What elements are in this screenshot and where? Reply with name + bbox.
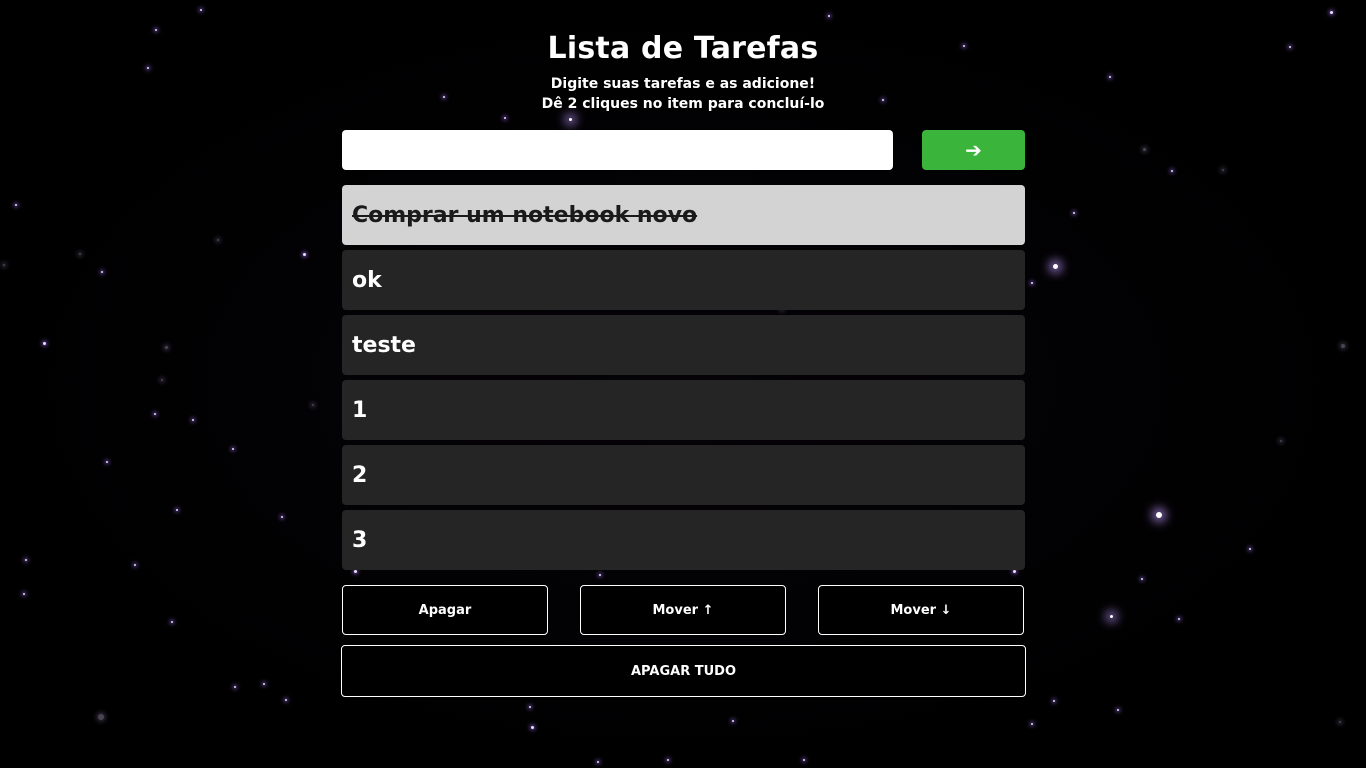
star-dot (667, 759, 669, 761)
task-text: 3 (352, 527, 368, 553)
star-dot (281, 516, 283, 518)
task-item[interactable]: 1 (342, 380, 1025, 440)
star-dot (232, 448, 234, 450)
star-dot (79, 253, 81, 255)
star-dot (568, 117, 572, 121)
star-dot (25, 559, 27, 561)
star-dot (101, 271, 103, 273)
star-dot (1142, 147, 1146, 151)
star-dot (176, 509, 178, 511)
task-item[interactable]: ok (342, 250, 1025, 310)
star-dot (1053, 700, 1055, 702)
star-dot (1117, 709, 1119, 711)
star-dot (732, 720, 734, 722)
star-dot (161, 379, 163, 381)
star-dot (1329, 10, 1333, 14)
star-dot (1178, 618, 1180, 620)
star-dot (164, 345, 168, 349)
task-text: 2 (352, 462, 368, 488)
star-dot (530, 725, 534, 729)
arrow-right-icon: ➔ (965, 138, 982, 162)
star-dot (1222, 169, 1224, 171)
task-text: ok (352, 267, 382, 293)
star-dot (1031, 282, 1033, 284)
star-dot (23, 593, 25, 595)
star-dot (171, 621, 173, 623)
star-dot (15, 204, 17, 206)
star-dot (192, 419, 194, 421)
star-dot (147, 67, 149, 69)
clear-all-button[interactable]: APAGAR TUDO (341, 645, 1026, 697)
move-up-button[interactable]: Mover ↑ (580, 585, 786, 635)
task-text: Comprar um notebook novo (352, 202, 698, 228)
task-item[interactable]: teste (342, 315, 1025, 375)
star-dot (1109, 614, 1113, 618)
star-dot (263, 683, 265, 685)
star-dot (803, 759, 805, 761)
star-dot (1141, 578, 1143, 580)
star-dot (154, 413, 156, 415)
star-dot (1052, 263, 1058, 269)
star-dot (312, 404, 314, 406)
star-dot (1280, 440, 1282, 442)
app-container: Lista de Tarefas Digite suas tarefas e a… (0, 0, 1366, 768)
move-down-button[interactable]: Mover ↓ (818, 585, 1024, 635)
task-list: Comprar um notebook novo ok teste 1 2 3 (342, 185, 1025, 575)
star-dot (1249, 548, 1251, 550)
star-dot (504, 117, 506, 119)
add-task-button[interactable]: ➔ (922, 130, 1025, 170)
star-dot (1156, 512, 1162, 518)
task-text: teste (352, 332, 416, 358)
star-dot (234, 686, 236, 688)
task-input[interactable] (342, 130, 893, 170)
star-dot (134, 564, 136, 566)
star-dot (200, 9, 202, 11)
star-dot (1341, 344, 1345, 348)
instructions-line-1: Digite suas tarefas e as adicione! (550, 76, 816, 92)
star-dot (217, 239, 219, 241)
star-dot (828, 15, 830, 17)
page-title: Lista de Tarefas (547, 31, 819, 66)
star-dot (3, 264, 5, 266)
task-item[interactable]: 3 (342, 510, 1025, 570)
star-dot (1339, 721, 1341, 723)
star-dot (98, 714, 104, 720)
star-dot (285, 699, 287, 701)
star-dot (597, 761, 599, 763)
task-text: 1 (352, 397, 368, 423)
star-dot (529, 706, 531, 708)
star-dot (106, 461, 108, 463)
delete-button[interactable]: Apagar (342, 585, 548, 635)
star-dot (1171, 170, 1173, 172)
instructions-line-2: Dê 2 cliques no item para concluí-lo (541, 96, 825, 112)
task-item[interactable]: Comprar um notebook novo (342, 185, 1025, 245)
star-dot (42, 341, 46, 345)
star-dot (302, 252, 306, 256)
star-dot (1031, 723, 1033, 725)
task-item[interactable]: 2 (342, 445, 1025, 505)
star-dot (1073, 212, 1075, 214)
